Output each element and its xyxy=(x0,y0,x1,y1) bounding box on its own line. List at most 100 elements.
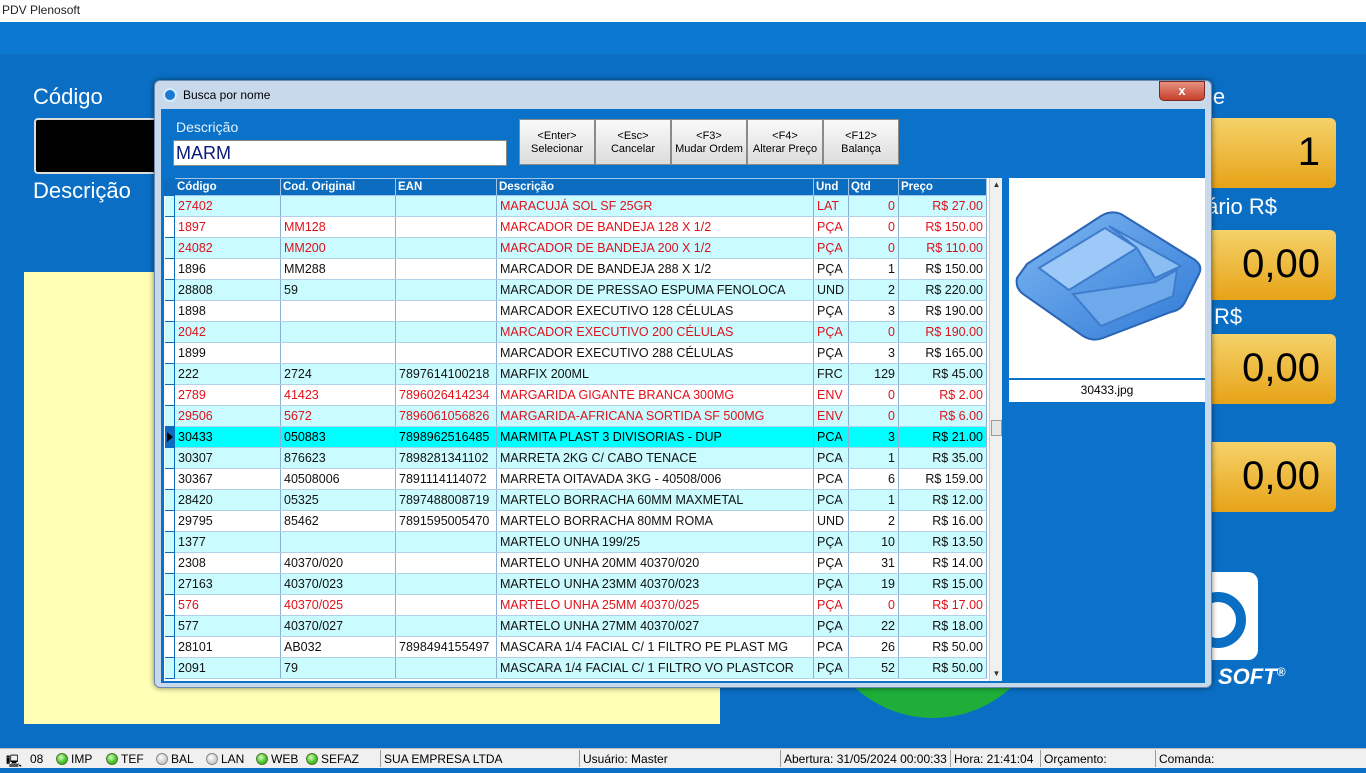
table-row[interactable]: 1896 MM288 MARCADOR DE BANDEJA 288 X 1/2 PÇ… xyxy=(164,258,987,280)
row-indicator xyxy=(164,468,175,490)
scroll-thumb[interactable] xyxy=(991,420,1002,436)
valor-total-label-partial: R$ xyxy=(1214,304,1243,329)
table-row[interactable]: 1897 MM128 MARCADOR DE BANDEJA 128 X 1/2 PÇ… xyxy=(164,216,987,238)
cell-descricao: MARCADOR DE BANDEJA 128 X 1/2 xyxy=(496,216,814,238)
cell-descricao: MARTELO BORRACHA 80MM ROMA xyxy=(496,510,814,532)
search-dialog: Busca por nome x Descrição MARM <Enter> S… xyxy=(154,80,1212,688)
cell-qtd: 2 xyxy=(848,510,899,532)
col-codigo[interactable]: Código xyxy=(174,178,281,196)
indicator-web: WEB xyxy=(256,752,298,766)
cell-und: UND xyxy=(813,510,849,532)
table-row[interactable]: 24082 MM200 MARCADOR DE BANDEJA 200 X 1/2 P… xyxy=(164,237,987,259)
cell-codigo: 29795 xyxy=(174,510,281,532)
scroll-up-icon[interactable]: ▲ xyxy=(990,178,1002,192)
selecionar-button[interactable]: <Enter> Selecionar xyxy=(519,119,595,165)
cell-codigo: 28101 xyxy=(174,636,281,658)
cell-codigo: 2091 xyxy=(174,657,281,679)
cancelar-button[interactable]: <Esc> Cancelar xyxy=(595,119,671,165)
table-row[interactable]: 1899 MARCADOR EXECUTIVO 288 CÉLULAS PÇA 3 R$… xyxy=(164,342,987,364)
codigo-input[interactable] xyxy=(34,118,164,174)
col-preco[interactable]: Preço xyxy=(898,178,987,196)
alterar-preco-button[interactable]: <F4> Alterar Preço xyxy=(747,119,823,165)
indicator-tef: TEF xyxy=(106,752,144,766)
cell-cod-original: 40370/025 xyxy=(280,594,396,616)
cell-und: PÇA xyxy=(813,258,849,280)
current-row-arrow-icon xyxy=(166,432,173,442)
row-indicator xyxy=(164,363,175,385)
col-ean[interactable]: EAN xyxy=(395,178,497,196)
search-input[interactable]: MARM xyxy=(173,140,507,166)
row-indicator xyxy=(164,321,175,343)
col-cod-original[interactable]: Cod. Original xyxy=(280,178,396,196)
subtotal-display: 0,00 xyxy=(1200,442,1336,512)
cell-descricao: MARMITA PLAST 3 DIVISORIAS - DUP xyxy=(496,426,814,448)
cell-preco: R$ 6.00 xyxy=(898,405,987,427)
table-row[interactable]: 29795 85462 7891595005470 MARTELO BORRACHA … xyxy=(164,510,987,532)
table-row[interactable]: 28420 05325 7897488008719 MARTELO BORRACHA … xyxy=(164,489,987,511)
table-row[interactable]: 222 2724 7897614100218 MARFIX 200ML FRC 129 R$… xyxy=(164,363,987,385)
table-row[interactable]: 576 40370/025 MARTELO UNHA 25MM 40370/025 P… xyxy=(164,594,987,616)
cell-codigo: 1377 xyxy=(174,531,281,553)
cell-und: ENV xyxy=(813,384,849,406)
valor-unitario-display: 0,00 xyxy=(1200,230,1336,300)
cell-descricao: MARTELO UNHA 25MM 40370/025 xyxy=(496,594,814,616)
cell-preco: R$ 159.00 xyxy=(898,468,987,490)
vertical-scrollbar[interactable]: ▲ ▼ xyxy=(989,178,1002,681)
close-button[interactable]: x xyxy=(1159,81,1205,101)
cell-ean xyxy=(395,216,497,238)
col-qtd[interactable]: Qtd xyxy=(848,178,899,196)
cell-descricao: MASCARA 1/4 FACIAL C/ 1 FILTRO VO PLASTC… xyxy=(496,657,814,679)
table-row[interactable]: 2091 79 MASCARA 1/4 FACIAL C/ 1 FILTRO VO … xyxy=(164,657,987,679)
cell-descricao: MASCARA 1/4 FACIAL C/ 1 FILTRO PE PLAST … xyxy=(496,636,814,658)
cell-descricao: MARCADOR EXECUTIVO 128 CÉLULAS xyxy=(496,300,814,322)
cell-codigo: 28808 xyxy=(174,279,281,301)
scroll-down-icon[interactable]: ▼ xyxy=(990,667,1002,681)
cell-cod-original: MM200 xyxy=(280,237,396,259)
cell-cod-original: 050883 xyxy=(280,426,396,448)
cell-descricao: MARTELO UNHA 27MM 40370/027 xyxy=(496,615,814,637)
cell-qtd: 52 xyxy=(848,657,899,679)
table-row[interactable]: 577 40370/027 MARTELO UNHA 27MM 40370/027 P… xyxy=(164,615,987,637)
table-row[interactable]: 27163 40370/023 MARTELO UNHA 23MM 40370/02… xyxy=(164,573,987,595)
cell-ean xyxy=(395,195,497,217)
cell-qtd: 0 xyxy=(848,195,899,217)
cell-qtd: 0 xyxy=(848,321,899,343)
table-row[interactable]: 30307 876623 7898281341102 MARRETA 2KG C/ C… xyxy=(164,447,987,469)
table-row[interactable]: 30433 050883 7898962516485 MARMITA PLAST 3 … xyxy=(164,426,987,448)
table-row[interactable]: 28101 AB032 7898494155497 MASCARA 1/4 FACIA… xyxy=(164,636,987,658)
cell-codigo: 2042 xyxy=(174,321,281,343)
cell-cod-original: 40370/027 xyxy=(280,615,396,637)
cell-cod-original xyxy=(280,531,396,553)
cell-und: PCA xyxy=(813,447,849,469)
cell-ean xyxy=(395,657,497,679)
col-descricao[interactable]: Descrição xyxy=(496,178,814,196)
cell-ean: 7897614100218 xyxy=(395,363,497,385)
table-row[interactable]: 1377 MARTELO UNHA 199/25 PÇA 10 R$ 13.50 xyxy=(164,531,987,553)
cell-und: PÇA xyxy=(813,321,849,343)
toolbar: <Enter> Selecionar <Esc> Cancelar <F3> Muda… xyxy=(519,119,899,165)
row-indicator xyxy=(164,594,175,616)
table-row[interactable]: 2308 40370/020 MARTELO UNHA 20MM 40370/020… xyxy=(164,552,987,574)
table-row[interactable]: 2789 41423 7896026414234 MARGARIDA GIGANTE … xyxy=(164,384,987,406)
cell-preco: R$ 14.00 xyxy=(898,552,987,574)
table-row[interactable]: 30367 40508006 7891114114072 MARRETA OITAVA… xyxy=(164,468,987,490)
product-image xyxy=(1009,178,1205,378)
cell-cod-original xyxy=(280,195,396,217)
cell-ean: 7897488008719 xyxy=(395,489,497,511)
table-row[interactable]: 1898 MARCADOR EXECUTIVO 128 CÉLULAS PÇA 3 R$… xyxy=(164,300,987,322)
cell-ean: 7898962516485 xyxy=(395,426,497,448)
cell-qtd: 3 xyxy=(848,300,899,322)
cell-preco: R$ 220.00 xyxy=(898,279,987,301)
cell-codigo: 28420 xyxy=(174,489,281,511)
table-row[interactable]: 2042 MARCADOR EXECUTIVO 200 CÉLULAS PÇA 0 R$… xyxy=(164,321,987,343)
mudar-ordem-button[interactable]: <F3> Mudar Ordem xyxy=(671,119,747,165)
product-grid[interactable]: Código Cod. Original EAN Descrição Und Q… xyxy=(164,178,1002,681)
cell-descricao: MARCADOR EXECUTIVO 288 CÉLULAS xyxy=(496,342,814,364)
balanca-button[interactable]: <F12> Balança xyxy=(823,119,899,165)
table-row[interactable]: 28808 59 MARCADOR DE PRESSAO ESPUMA FENOLO… xyxy=(164,279,987,301)
table-row[interactable]: 29506 5672 7896061056826 MARGARIDA-AFRICANA… xyxy=(164,405,987,427)
table-row[interactable]: 27402 MARACUJÁ SOL SF 25GR LAT 0 R$ 27.00 xyxy=(164,195,987,217)
product-table: Código Cod. Original EAN Descrição Und Q… xyxy=(164,178,987,679)
descricao-label: Descrição xyxy=(33,178,131,203)
col-und[interactable]: Und xyxy=(813,178,849,196)
